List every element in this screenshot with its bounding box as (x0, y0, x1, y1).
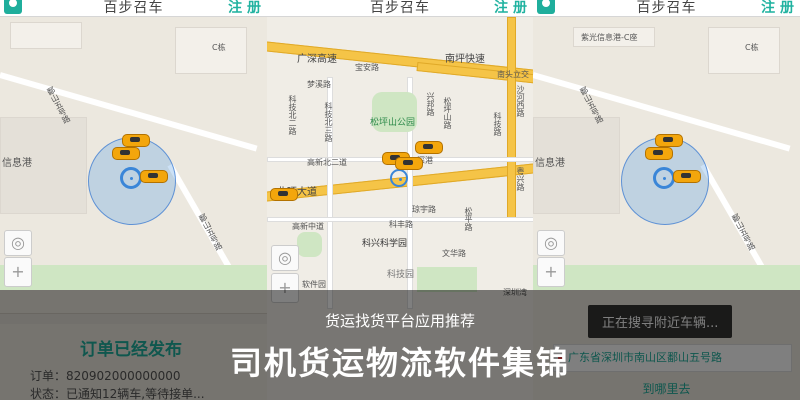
locate-icon[interactable]: ◎ (4, 230, 32, 256)
location-target-icon (120, 167, 142, 189)
app-title: 百步召车 (636, 0, 697, 16)
road-label: 兴邦路 (426, 92, 435, 116)
location-target-icon (390, 169, 408, 187)
place-label: 软件园 (302, 280, 326, 289)
map-greenbelt (0, 265, 267, 290)
location-target-icon (653, 167, 675, 189)
road-label: 松坪山路 (443, 97, 452, 129)
app-title: 百步召车 (370, 0, 430, 16)
road-label: 梦溪路 (307, 80, 331, 89)
locate-icon[interactable]: ◎ (271, 245, 299, 271)
place-label: C栋 (745, 43, 759, 52)
place-label: 科技园 (387, 270, 415, 280)
place-label: C栋 (212, 43, 226, 52)
road-label: 科技北三路 (324, 102, 333, 142)
locate-icon[interactable]: ◎ (537, 230, 565, 256)
register-button[interactable]: 注 册 (494, 0, 527, 17)
map-park (417, 267, 477, 292)
car-icon (270, 188, 298, 201)
road-label: 琼宇路 (412, 205, 436, 214)
zoom-in-icon[interactable]: + (537, 257, 565, 287)
road-label: 高新北二道 (307, 158, 347, 167)
place-label: 紫光信息港-C座 (581, 33, 638, 42)
app-header: 百步召车 注 册 (533, 0, 800, 17)
place-label: 信息港 (2, 158, 32, 169)
road-label: 广深高速 (297, 54, 337, 65)
map-building (10, 22, 82, 49)
road-label: 松平路 (464, 207, 473, 231)
road-label: 南头立交 (497, 70, 529, 79)
zoom-in-icon[interactable]: + (4, 257, 32, 287)
car-icon (655, 134, 683, 147)
place-label: 松坪山公园 (370, 118, 416, 128)
road-label: 文华路 (442, 249, 466, 258)
road-label: 宝安路 (355, 63, 379, 72)
road-label: 鄱山五号路 (197, 212, 224, 252)
app-title: 百步召车 (103, 0, 164, 16)
caption-title: 司机货运物流软件集锦 (229, 344, 570, 382)
caption-subtitle: 货运找货平台应用推荐 (324, 312, 475, 330)
car-icon (645, 147, 673, 160)
map-building (708, 27, 780, 74)
map-park (297, 232, 322, 257)
place-label: 信息港 (535, 158, 565, 169)
road-label: 鄱山五号路 (730, 212, 757, 252)
road-label: 粤兴路 (516, 167, 525, 191)
app-header: 百步召车 注 册 (267, 0, 533, 17)
road-label: 南坪快速 (445, 54, 485, 65)
car-icon (415, 141, 443, 154)
map-building (175, 27, 247, 74)
car-icon (122, 134, 150, 147)
road-label: 高新中道 (292, 222, 324, 231)
car-icon (140, 170, 168, 183)
caption-overlay: 货运找货平台应用推荐 司机货运物流软件集锦 (0, 290, 800, 400)
road-label: 科技北二路 (288, 95, 297, 135)
app-header: 百步召车 注 册 (0, 0, 267, 17)
road-label: 科技路 (493, 112, 502, 136)
car-icon (673, 170, 701, 183)
register-button[interactable]: 注 册 (228, 0, 261, 17)
road-label: 科丰路 (389, 220, 413, 229)
register-button[interactable]: 注 册 (761, 0, 794, 17)
map-greenbelt (533, 265, 800, 290)
car-icon (112, 147, 140, 160)
road-label: 沙河西路 (516, 85, 525, 117)
place-label: 科兴科学园 (362, 239, 408, 249)
car-icon (395, 157, 423, 170)
